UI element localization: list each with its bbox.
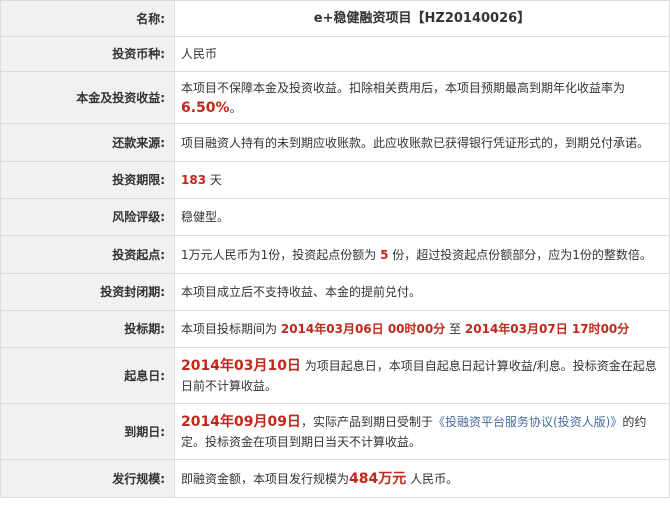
bidding-end: 2014年03月07日 17时00分 — [464, 322, 630, 336]
size-label: 发行规模: — [0, 459, 175, 498]
bidding-pre: 本项目投标期间为 — [181, 322, 278, 336]
row-value-date: 起息日: 2014年03月10日 为项目起息日，本项目自起息日起计算收益/利息。… — [0, 347, 670, 404]
project-info-table: 名称: e+稳健融资项目【HZ20140026】 投资币种: 人民币 本金及投资… — [0, 0, 670, 498]
project-title: e+稳健融资项目【HZ20140026】 — [174, 0, 670, 37]
row-currency: 投资币种: 人民币 — [0, 36, 670, 72]
risk-value: 稳健型。 — [174, 198, 670, 236]
value-date-value: 2014年03月10日 为项目起息日，本项目自起息日起计算收益/利息。投标资金在… — [174, 347, 670, 404]
row-risk: 风险评级: 稳健型。 — [0, 198, 670, 236]
size-value: 即融资金额，本项目发行规模为484万元 人民币。 — [174, 459, 670, 498]
return-value: 本项目不保障本金及投资收益。扣除相关费用后，本项目预期最高到期年化收益率为 6.5… — [174, 71, 670, 124]
term-value: 183 天 — [174, 161, 670, 199]
currency-label: 投资币种: — [0, 36, 175, 72]
term-unit: 天 — [209, 173, 222, 187]
maturity-label: 到期日: — [0, 403, 175, 460]
maturity-text1: ，实际产品到期日受制于 — [300, 414, 433, 429]
value-date: 2014年03月10日 — [181, 357, 301, 374]
row-lockup: 投资封闭期: 本项目成立后不支持收益、本金的提前兑付。 — [0, 273, 670, 311]
size-pre: 即融资金额，本项目发行规模为 — [181, 471, 350, 486]
currency-value: 人民币 — [174, 36, 670, 72]
bidding-value: 本项目投标期间为 2014年03月06日 00时00分 至 2014年03月07… — [174, 310, 670, 348]
value-date-label: 起息日: — [0, 347, 175, 404]
bidding-label: 投标期: — [0, 310, 175, 348]
return-label: 本金及投资收益: — [0, 71, 175, 124]
return-suffix: 。 — [229, 100, 242, 115]
return-rate: 6.50% — [181, 99, 230, 116]
row-return: 本金及投资收益: 本项目不保障本金及投资收益。扣除相关费用后，本项目预期最高到期… — [0, 71, 670, 124]
lockup-label: 投资封闭期: — [0, 273, 175, 311]
lockup-value: 本项目成立后不支持收益、本金的提前兑付。 — [174, 273, 670, 311]
row-minimum: 投资起点: 1万元人民币为1份，投资起点份额为 5 份，超过投资起点份额部分，应… — [0, 235, 670, 274]
row-size: 发行规模: 即融资金额，本项目发行规模为484万元 人民币。 — [0, 459, 670, 498]
size-post: 人民币。 — [410, 471, 459, 486]
bidding-mid: 至 — [449, 322, 462, 336]
minimum-num: 5 — [380, 247, 389, 262]
term-days: 183 — [181, 173, 207, 187]
minimum-value: 1万元人民币为1份，投资起点份额为 5 份，超过投资起点份额部分，应为1份的整数… — [174, 235, 670, 274]
maturity-value: 2014年09月09日，实际产品到期日受制于《投融资平台服务协议(投资人版)》的… — [174, 403, 670, 460]
source-label: 还款来源: — [0, 123, 175, 162]
row-name: 名称: e+稳健融资项目【HZ20140026】 — [0, 0, 670, 37]
bidding-start: 2014年03月06日 00时00分 — [280, 322, 446, 336]
minimum-pre: 1万元人民币为1份，投资起点份额为 — [181, 247, 377, 262]
maturity-date: 2014年09月09日 — [181, 413, 301, 430]
name-label: 名称: — [0, 0, 175, 37]
row-maturity: 到期日: 2014年09月09日，实际产品到期日受制于《投融资平台服务协议(投资… — [0, 403, 670, 460]
size-amount: 484万元 — [349, 470, 407, 487]
minimum-label: 投资起点: — [0, 235, 175, 274]
minimum-post: 份，超过投资起点份额部分，应为1份的整数倍。 — [392, 247, 652, 262]
source-value: 项目融资人持有的未到期应收账款。此应收账款已获得银行凭证形式的，到期兑付承诺。 — [174, 123, 670, 162]
return-text: 本项目不保障本金及投资收益。扣除相关费用后，本项目预期最高到期年化收益率为 — [181, 80, 626, 95]
row-repayment-source: 还款来源: 项目融资人持有的未到期应收账款。此应收账款已获得银行凭证形式的，到期… — [0, 123, 670, 162]
row-term: 投资期限: 183 天 — [0, 161, 670, 199]
risk-label: 风险评级: — [0, 198, 175, 236]
agreement-link[interactable]: 《投融资平台服务协议(投资人版)》 — [433, 415, 622, 429]
row-bidding: 投标期: 本项目投标期间为 2014年03月06日 00时00分 至 2014年… — [0, 310, 670, 348]
term-label: 投资期限: — [0, 161, 175, 199]
